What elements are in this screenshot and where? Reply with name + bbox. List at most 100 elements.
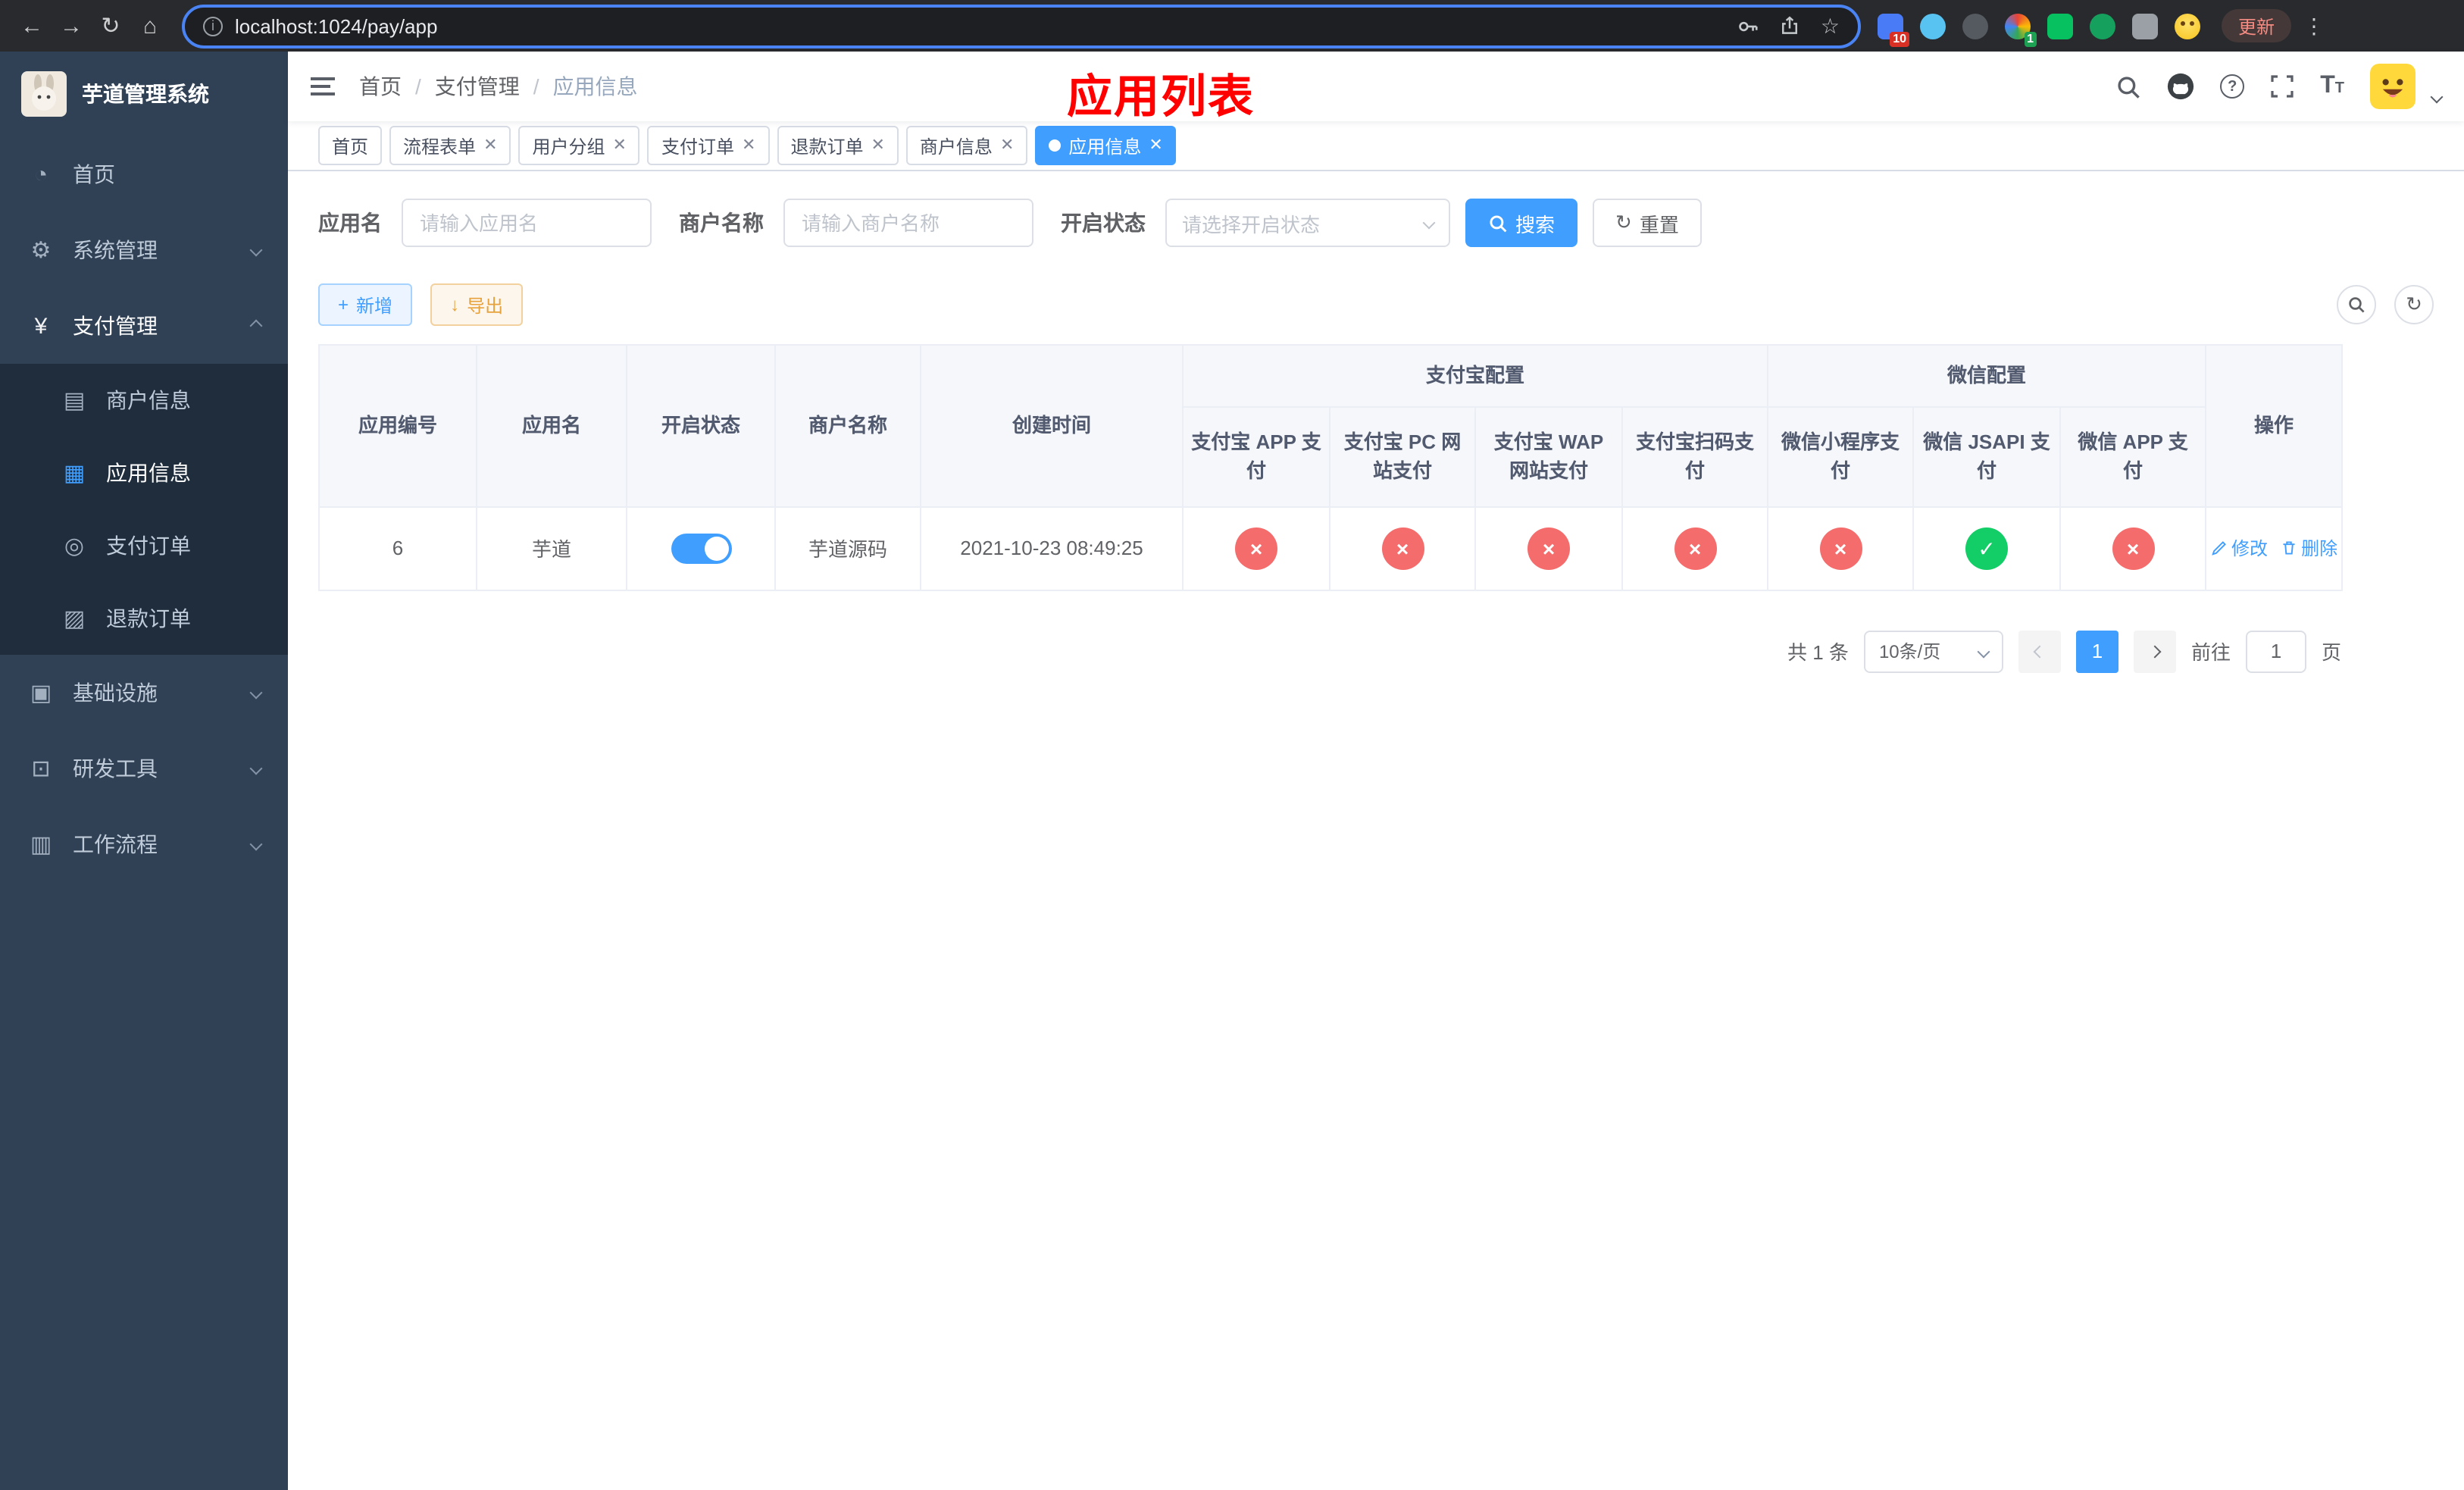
status-cross-icon: × (1819, 527, 1862, 569)
delete-button[interactable]: 删除 (2280, 535, 2337, 561)
page-title: 应用列表 (1067, 73, 1255, 123)
close-icon[interactable]: ✕ (613, 136, 627, 154)
breadcrumb: 首页 / 支付管理 / 应用信息 (359, 71, 638, 102)
reset-button[interactable]: ↻ 重置 (1593, 199, 1702, 247)
sidebar-item-payment[interactable]: ¥ 支付管理 (0, 288, 288, 364)
browser-toolbar: ← → ↻ ⌂ i localhost:1024/pay/app ☆ 10 1 (0, 0, 2464, 52)
extension-icon-2[interactable] (1920, 13, 1946, 39)
page-size-select[interactable]: 10条/页 (1863, 630, 2003, 672)
pencil-icon (2211, 541, 2225, 556)
extension-icon-3[interactable] (1962, 13, 1988, 39)
app-logo-row[interactable]: 芋道管理系统 (0, 52, 288, 136)
browser-update-button[interactable]: 更新 (2222, 9, 2292, 42)
toolbox-icon: ⊡ (31, 756, 51, 782)
prev-page-button[interactable] (2018, 630, 2061, 672)
cell-app-name: 芋道 (476, 506, 627, 590)
password-key-icon[interactable] (1737, 14, 1760, 37)
refresh-table-button[interactable]: ↻ (2394, 285, 2434, 324)
toggle-search-button[interactable] (2337, 285, 2376, 324)
search-button[interactable]: 搜索 (1465, 199, 1578, 247)
merchant-name-input[interactable] (783, 199, 1033, 247)
page-number-button[interactable]: 1 (2075, 630, 2118, 672)
extension-badge: 10 (1890, 31, 1909, 46)
tab-merchant-info[interactable]: 商户信息 ✕ (905, 126, 1028, 165)
address-bar[interactable]: i localhost:1024/pay/app ☆ (182, 4, 1861, 48)
forward-icon: → (60, 13, 83, 39)
status-select[interactable]: 请选择开启状态 (1165, 199, 1450, 247)
tab-app-info[interactable]: 应用信息 ✕ (1035, 126, 1177, 165)
tab-user-group[interactable]: 用户分组 ✕ (518, 126, 640, 165)
breadcrumb-current: 应用信息 (552, 74, 638, 99)
url-text: localhost:1024/pay/app (235, 14, 438, 37)
search-icon[interactable] (2115, 74, 2141, 99)
avatar[interactable] (2370, 64, 2416, 109)
trash-icon (2282, 541, 2294, 555)
add-button[interactable]: + 新增 (318, 283, 413, 326)
close-icon[interactable]: ✕ (742, 136, 755, 154)
col-app-id: 应用编号 (318, 344, 477, 507)
cell-created: 2021-10-23 08:49:25 (920, 506, 1184, 590)
browser-home-button[interactable]: ⌂ (130, 6, 170, 45)
next-page-button[interactable] (2133, 630, 2176, 672)
sidebar-item-refund-orders[interactable]: ▨ 退款订单 (0, 582, 288, 655)
sidebar-item-workflow[interactable]: ▥ 工作流程 (0, 806, 288, 882)
sidebar-item-system[interactable]: ⚙ 系统管理 (0, 212, 288, 288)
sidebar-collapse-icon[interactable] (311, 77, 335, 95)
status-cross-icon: × (1235, 527, 1277, 569)
sidebar-item-home[interactable]: ◔ 首页 (0, 136, 288, 212)
search-icon (1490, 214, 1507, 232)
tab-refund-orders[interactable]: 退款订单 ✕ (777, 126, 899, 165)
app-name-input[interactable] (402, 199, 652, 247)
status-cross-icon: × (1381, 527, 1424, 569)
close-icon[interactable]: ✕ (871, 136, 884, 154)
chevron-down-icon (249, 837, 263, 851)
help-icon[interactable]: ? (2220, 74, 2245, 99)
browser-forward-button[interactable]: → (52, 6, 91, 45)
close-icon[interactable]: ✕ (483, 136, 497, 154)
browser-menu-icon[interactable]: ⋮ (2303, 13, 2325, 39)
bookmark-star-icon[interactable]: ☆ (1821, 15, 1840, 36)
tab-home[interactable]: 首页 (318, 126, 383, 165)
extension-emoji-icon[interactable] (2175, 13, 2200, 39)
share-icon[interactable] (1780, 15, 1801, 36)
tab-pay-orders[interactable]: 支付订单 ✕ (647, 126, 770, 165)
fullscreen-icon[interactable] (2270, 74, 2294, 99)
refresh-icon: ↻ (2406, 293, 2422, 315)
site-info-icon[interactable]: i (203, 16, 223, 36)
font-size-icon[interactable]: TT (2320, 74, 2344, 99)
merchant-name-label: 商户名称 (679, 211, 764, 235)
sidebar-item-infra[interactable]: ▣ 基础设施 (0, 655, 288, 731)
chevron-down-icon (1977, 644, 1990, 658)
sidebar-item-app-info[interactable]: ▦ 应用信息 (0, 437, 288, 509)
status-label: 开启状态 (1061, 211, 1146, 235)
col-alipay-app: 支付宝 APP 支付 (1182, 405, 1330, 507)
edit-button[interactable]: 修改 (2210, 535, 2268, 561)
browser-reload-button[interactable]: ↻ (91, 6, 130, 45)
tab-process-form[interactable]: 流程表单 ✕ (389, 126, 511, 165)
extension-puzzle-icon[interactable] (2132, 13, 2158, 39)
extension-icon-4[interactable]: 1 (2005, 13, 2037, 46)
extension-badge: 1 (2024, 31, 2037, 46)
grid-icon: ▦ (63, 461, 86, 487)
breadcrumb-home[interactable]: 首页 (359, 71, 402, 102)
sidebar-item-devtools[interactable]: ⊡ 研发工具 (0, 731, 288, 806)
goto-page-input[interactable] (2245, 630, 2306, 672)
close-icon[interactable]: ✕ (1000, 136, 1014, 154)
breadcrumb-payment[interactable]: 支付管理 (435, 71, 520, 102)
cell-app-id: 6 (318, 506, 477, 590)
status-toggle[interactable] (671, 533, 731, 563)
monitor-icon: ▣ (30, 681, 52, 706)
col-status: 开启状态 (626, 344, 776, 507)
github-icon[interactable] (2167, 73, 2194, 100)
extension-icon-1[interactable]: 10 (1878, 13, 1909, 46)
avatar-dropdown-caret-icon[interactable] (2430, 90, 2444, 104)
close-icon[interactable]: ✕ (1149, 136, 1162, 154)
extension-icon-5[interactable] (2047, 13, 2073, 39)
browser-back-button[interactable]: ← (12, 6, 52, 45)
sidebar-item-merchant-info[interactable]: ▤ 商户信息 (0, 364, 288, 437)
export-button[interactable]: ↓ 导出 (430, 283, 524, 326)
extension-icon-6[interactable] (2090, 13, 2115, 39)
document-icon: ▨ (63, 606, 86, 632)
navbar-actions: ? TT (2115, 64, 2444, 109)
sidebar-item-pay-orders[interactable]: ◎ 支付订单 (0, 509, 288, 582)
